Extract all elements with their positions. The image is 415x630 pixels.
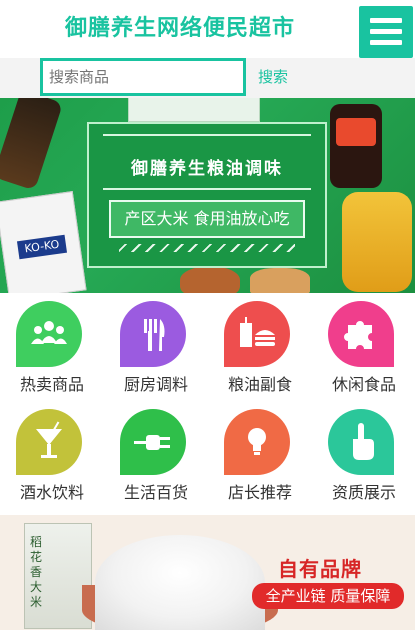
category-label: 粮油副食 xyxy=(227,375,292,394)
plug-icon xyxy=(120,409,186,475)
bread-image xyxy=(250,268,310,293)
lightbulb-icon xyxy=(224,409,290,475)
people-group-icon xyxy=(16,301,82,367)
fork-knife-icon xyxy=(120,301,186,367)
sauce-bottle-image xyxy=(330,104,382,188)
soy-sauce-bottle-image xyxy=(0,98,64,191)
category-label: 厨房调料 xyxy=(123,375,188,394)
category-item-kitchen[interactable]: 厨房调料 xyxy=(104,293,208,401)
category-item-recommend[interactable]: 店长推荐 xyxy=(208,401,312,509)
cocktail-glass-icon xyxy=(16,409,82,475)
category-item-daily[interactable]: 生活百货 xyxy=(104,401,208,509)
category-label: 生活百货 xyxy=(123,483,188,502)
board-top-line xyxy=(103,134,311,136)
site-title: 御膳养生网络便民超市 xyxy=(64,16,295,41)
category-label: 热卖商品 xyxy=(19,375,84,394)
banner-board: 御膳养生粮油调味 产区大米 食用油放心吃 xyxy=(87,122,327,268)
grain-bowl-image xyxy=(180,266,240,293)
puzzle-piece-icon xyxy=(328,301,394,367)
rice-bag-text: 稻花香大米 xyxy=(30,535,43,609)
category-item-hot[interactable]: 热卖商品 xyxy=(0,293,104,401)
condiment-box-image xyxy=(128,98,260,122)
promo-title: 自有品牌 xyxy=(278,557,362,581)
category-item-drinks[interactable]: 酒水饮料 xyxy=(0,401,104,509)
category-item-qualification[interactable]: 资质展示 xyxy=(312,401,415,509)
banner-title: 御膳养生粮油调味 xyxy=(131,159,283,179)
board-mid-line xyxy=(103,188,311,190)
cooking-oil-bottle-image xyxy=(342,192,412,292)
banner-subtitle: 产区大米 食用油放心吃 xyxy=(109,200,305,238)
search-button[interactable]: 搜索 xyxy=(258,66,288,87)
category-label: 休闲食品 xyxy=(331,375,396,394)
search-bar: 搜索 xyxy=(0,58,415,98)
category-label: 酒水饮料 xyxy=(19,483,84,502)
search-input[interactable] xyxy=(40,58,246,96)
category-label: 资质展示 xyxy=(331,483,396,502)
sauce-label xyxy=(336,118,376,146)
rice-image xyxy=(95,535,265,630)
category-item-grain-oil[interactable]: 粮油副食 xyxy=(208,293,312,401)
promo-banner[interactable]: KO-KO 御膳养生粮油调味 产区大米 食用油放心吃 xyxy=(0,98,415,293)
pointing-hand-icon xyxy=(328,409,394,475)
board-zigzag xyxy=(119,244,295,252)
promo-tag: 全产业链 质量保障 xyxy=(252,583,404,609)
category-label: 店长推荐 xyxy=(227,483,292,502)
category-item-snacks[interactable]: 休闲食品 xyxy=(312,293,415,401)
hamburger-menu-icon[interactable] xyxy=(359,6,413,58)
burger-drink-icon xyxy=(224,301,290,367)
category-grid: 热卖商品 厨房调料 粮油副食 休闲食品 酒水饮料 生活百货 店长推荐 资质展示 xyxy=(0,293,415,509)
header: 御膳养生网络便民超市 xyxy=(0,0,415,58)
brand-promo-banner[interactable]: 稻花香大米 自有品牌 全产业链 质量保障 xyxy=(0,515,415,630)
